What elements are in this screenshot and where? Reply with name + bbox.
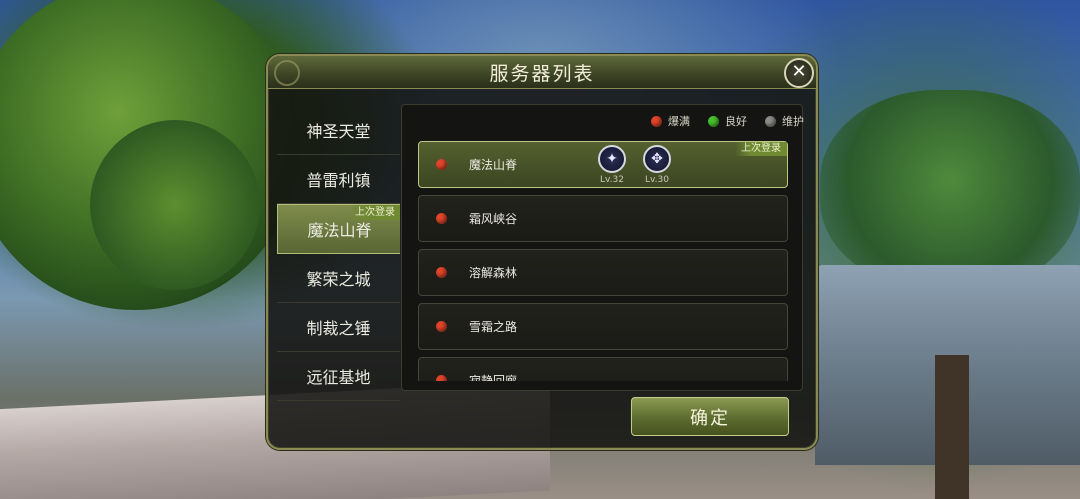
status-dot-icon (765, 115, 776, 127)
region-item-label: 魔法山脊 (307, 221, 372, 240)
region-item[interactable]: 制裁之锤 (277, 303, 400, 352)
close-button[interactable]: ✕ (784, 58, 814, 88)
server-list: 魔法山脊 ✦ Lv.32 ✥ Lv.30 上次登录霜风峡谷溶解森林雪霜之路寂静回廊 (418, 141, 788, 381)
region-item-label: 普雷利镇 (306, 171, 371, 190)
last-login-tag: 上次登录 (735, 142, 787, 156)
server-name: 寂静回廊 (469, 374, 518, 381)
background-lamp-post (935, 355, 969, 499)
legend-item: 良好 (708, 113, 747, 129)
character-badge: ✦ Lv.32 (597, 145, 627, 185)
server-name: 霜风峡谷 (469, 212, 518, 226)
region-item[interactable]: 普雷利镇 (277, 155, 400, 204)
legend-label: 维护 (782, 115, 804, 128)
confirm-button[interactable]: 确定 (631, 397, 789, 436)
region-item[interactable]: 繁荣之城 (277, 254, 400, 303)
status-dot-icon (708, 115, 719, 127)
server-list-dialog: 服务器列表 ✕ 神圣天堂 普雷利镇 魔法山脊 上次登录 繁荣之城 制裁之锤 远征基地 爆满良… (266, 54, 818, 450)
server-status-dot-icon (436, 321, 447, 332)
status-dot-icon (651, 115, 662, 127)
server-row[interactable]: 寂静回廊 (418, 357, 788, 381)
region-item-label: 神圣天堂 (306, 122, 371, 141)
server-status-dot-icon (436, 267, 447, 278)
region-list: 神圣天堂普雷利镇魔法山脊 上次登录繁荣之城制裁之锤远征基地 (277, 106, 400, 438)
server-panel: 爆满 良好 维护 魔法山脊 ✦ Lv.32 ✥ Lv.30 上次登录霜风峡谷溶解森林雪霜之路寂… (401, 104, 804, 391)
legend-item: 爆满 (651, 113, 690, 129)
server-row[interactable]: 魔法山脊 ✦ Lv.32 ✥ Lv.30 上次登录 (418, 141, 788, 188)
character-level: Lv.32 (600, 175, 624, 185)
region-item-label: 制裁之锤 (306, 319, 371, 338)
dialog-title-bar: 服务器列表 (268, 56, 816, 89)
server-status-dot-icon (436, 213, 447, 224)
region-item[interactable]: 神圣天堂 (277, 106, 400, 155)
server-row[interactable]: 霜风峡谷 (418, 195, 788, 242)
server-name: 溶解森林 (469, 266, 518, 280)
confirm-button-label: 确定 (690, 407, 730, 429)
background-tree (820, 90, 1080, 290)
character-badge: ✥ Lv.30 (642, 145, 672, 185)
character-level: Lv.30 (645, 175, 669, 185)
region-item-label: 远征基地 (306, 368, 371, 387)
legend-label: 良好 (725, 115, 747, 128)
region-item-label: 繁荣之城 (306, 270, 371, 289)
background-tree (90, 120, 260, 290)
corner-ornament-icon (274, 60, 300, 86)
dialog-title: 服务器列表 (489, 62, 595, 85)
region-item[interactable]: 远征基地 (277, 352, 400, 401)
last-login-tag: 上次登录 (349, 205, 400, 220)
priest-class-icon: ✥ (643, 145, 671, 173)
status-legend: 爆满 良好 维护 (651, 113, 804, 129)
server-name: 雪霜之路 (469, 320, 518, 334)
server-row[interactable]: 溶解森林 (418, 249, 788, 296)
legend-item: 维护 (765, 113, 804, 129)
region-item[interactable]: 魔法山脊 上次登录 (277, 204, 400, 254)
game-background-scene: 服务器列表 ✕ 神圣天堂 普雷利镇 魔法山脊 上次登录 繁荣之城 制裁之锤 远征基地 爆满良… (0, 0, 1080, 499)
server-name: 魔法山脊 (469, 158, 518, 172)
server-row[interactable]: 雪霜之路 (418, 303, 788, 350)
close-icon: ✕ (791, 61, 807, 82)
mage-class-icon: ✦ (598, 145, 626, 173)
server-status-dot-icon (436, 375, 447, 381)
server-status-dot-icon (436, 159, 447, 170)
legend-label: 爆满 (668, 115, 690, 128)
